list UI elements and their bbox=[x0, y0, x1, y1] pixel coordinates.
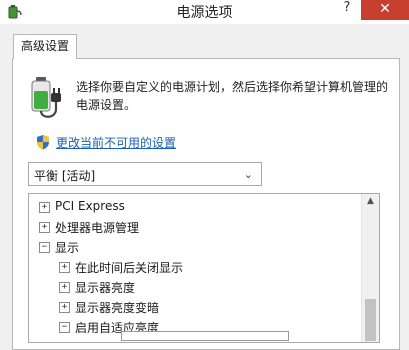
tree-item-label: 在此时间后关闭显示 bbox=[75, 261, 184, 275]
uac-shield-icon bbox=[37, 135, 49, 150]
tree-item-label: 显示器亮度变暗 bbox=[75, 301, 160, 315]
tab-advanced-settings[interactable]: 高级设置 bbox=[13, 34, 77, 59]
intro-text: 选择你要自定义的电源计划，然后选择你希望计算机管理的电源设置。 bbox=[76, 80, 389, 112]
tree-item-label: PCI Express bbox=[55, 199, 125, 213]
collapse-icon[interactable]: − bbox=[39, 242, 50, 253]
power-plan-select[interactable]: 平衡 [活动] ⌄ bbox=[28, 162, 262, 186]
expand-icon[interactable]: + bbox=[39, 222, 50, 233]
change-unavailable-settings-link[interactable]: 更改当前不可用的设置 bbox=[56, 134, 176, 151]
tree-item-label: 处理器电源管理 bbox=[55, 221, 140, 235]
scroll-up-arrow-icon[interactable]: ▲ bbox=[362, 196, 379, 206]
expand-icon[interactable]: + bbox=[59, 302, 70, 313]
collapse-icon[interactable]: − bbox=[59, 322, 70, 333]
tree-item-label: 显示 bbox=[55, 241, 80, 255]
power-plan-value: 平衡 [活动] bbox=[34, 169, 96, 183]
power-settings-tree[interactable]: + PCI Express + 处理器电源管理 − 显示 + 在此时间后关闭显示… bbox=[28, 193, 380, 343]
battery-plug-icon bbox=[31, 77, 61, 118]
dropdown-overlay[interactable] bbox=[121, 331, 289, 341]
expand-icon[interactable]: + bbox=[39, 202, 50, 213]
expand-icon[interactable]: + bbox=[59, 282, 70, 293]
close-button[interactable]: ✕ bbox=[361, 0, 409, 20]
title-bar: 电源选项 ? ✕ bbox=[0, 0, 409, 24]
chevron-down-icon: ⌄ bbox=[243, 168, 253, 181]
tree-scrollbar[interactable]: ▲ bbox=[361, 194, 379, 342]
tree-item-label: 显示器亮度 bbox=[75, 281, 136, 295]
scrollbar-thumb[interactable] bbox=[365, 299, 376, 341]
expand-icon[interactable]: + bbox=[59, 262, 70, 273]
help-button[interactable]: ? bbox=[337, 0, 357, 18]
